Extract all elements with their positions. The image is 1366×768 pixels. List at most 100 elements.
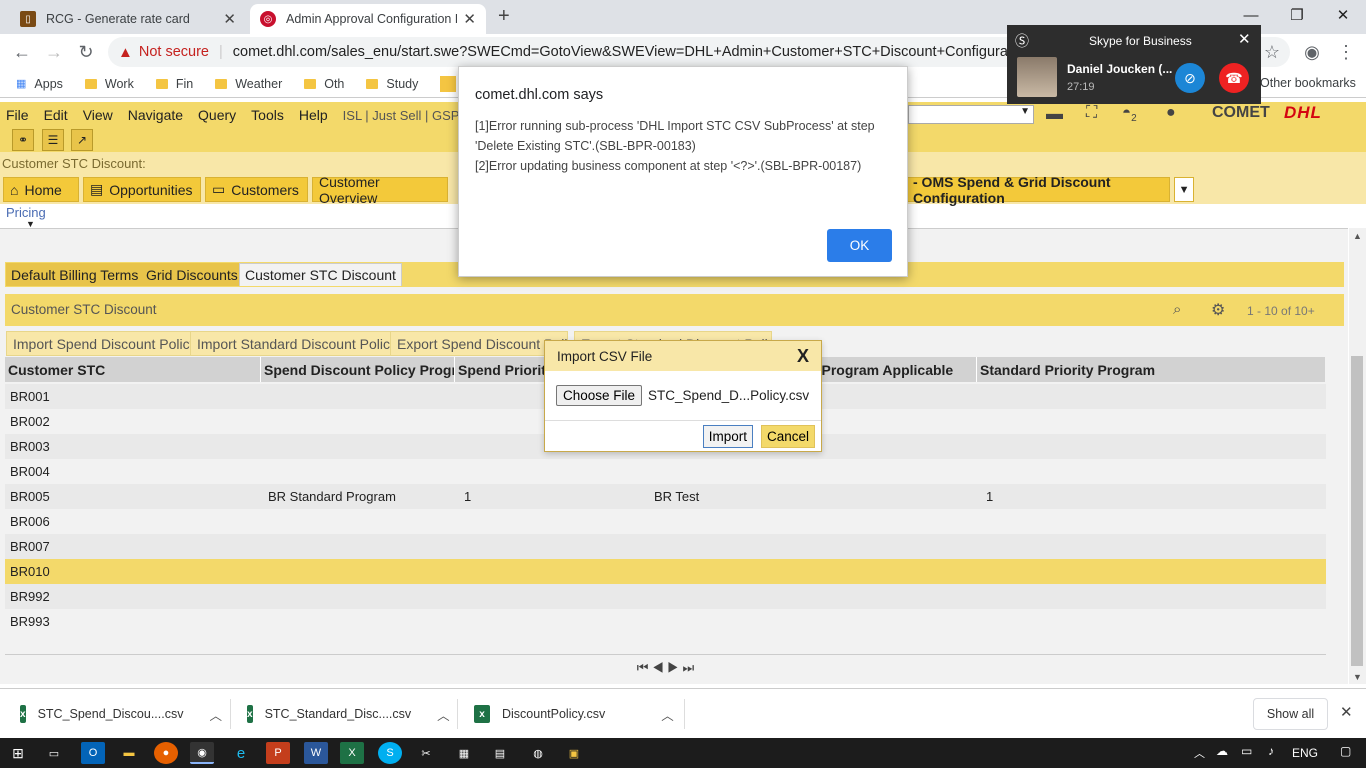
cell-customer-stc[interactable]: BR002	[5, 414, 263, 429]
cell-spend-priority[interactable]: 1	[459, 489, 649, 504]
table-row[interactable]: BR005 BR Standard Program 1 BR Test 1	[5, 484, 1326, 509]
screen-tab-oms-config[interactable]: - OMS Spend & Grid Discount Configuratio…	[906, 174, 1170, 206]
bookmark-work[interactable]: Work	[84, 77, 134, 91]
list-icon[interactable]: ☰	[42, 129, 64, 151]
cancel-button[interactable]: Cancel	[760, 425, 815, 448]
close-icon[interactable]: X	[797, 346, 809, 367]
back-icon[interactable]: ←	[8, 38, 36, 66]
choose-file-button[interactable]: Choose File	[556, 385, 643, 406]
file-explorer-icon[interactable]: ▬	[117, 742, 141, 764]
col-standard-priority[interactable]: Standard Priority Program	[977, 357, 1325, 382]
other-bookmarks[interactable]: Other bookmarks	[1260, 76, 1356, 90]
ie-icon[interactable]: e	[229, 742, 253, 764]
pager-controls[interactable]: ⏮ ◀ ▶ ⏭	[637, 660, 694, 676]
download-item-1[interactable]: x STC_Spend_Discou....csv ︿	[20, 689, 222, 739]
tray-chevron-icon[interactable]: ︿	[1194, 745, 1205, 761]
chevron-up-icon[interactable]: ︿	[437, 705, 450, 724]
site-map-dropdown[interactable]: ▼	[908, 105, 1034, 124]
vertical-scrollbar[interactable]: ▲ ▼	[1349, 228, 1366, 684]
snip-icon[interactable]: ✂	[414, 742, 438, 764]
menu-edit[interactable]: Edit	[44, 107, 68, 123]
download-item-2[interactable]: x STC_Standard_Disc....csv ︿	[247, 689, 450, 739]
ok-button[interactable]: OK	[827, 229, 892, 262]
cell-customer-stc[interactable]: BR992	[5, 589, 263, 604]
notifications-icon[interactable]: ◓2	[1122, 104, 1137, 124]
close-tab-icon[interactable]: ✕	[463, 10, 476, 28]
cell-customer-stc[interactable]: BR004	[5, 464, 263, 479]
user-icon[interactable]: ●	[1166, 104, 1176, 122]
screen-tab-home[interactable]: ⌂ Home	[3, 177, 79, 202]
menu-view[interactable]: View	[83, 107, 113, 123]
chat-icon[interactable]: ▬	[1046, 104, 1063, 124]
forward-icon[interactable]: →	[40, 38, 68, 66]
search-icon[interactable]: ⌕	[1173, 301, 1181, 318]
volume-icon[interactable]: ♪	[1268, 744, 1274, 758]
network-icon[interactable]: ▭	[1241, 744, 1252, 758]
tab-rcg[interactable]: ▯ RCG - Generate rate card ✕	[10, 4, 246, 34]
globe-icon[interactable]: ◍	[526, 742, 550, 764]
cell-standard-policy-program[interactable]: BR Test	[649, 489, 981, 504]
start-icon[interactable]: ⊞	[6, 742, 30, 764]
download-item-3[interactable]: x DiscountPolicy.csv ︿	[474, 689, 674, 739]
cell-customer-stc[interactable]: BR005	[5, 489, 263, 504]
table-row[interactable]: BR006	[5, 509, 1326, 534]
outlook-icon[interactable]: O	[81, 742, 105, 764]
task-view-icon[interactable]: ▭	[42, 742, 66, 764]
menu-links[interactable]: ISL | Just Sell | GSP	[343, 108, 460, 123]
pager[interactable]: ⏮ ◀ ▶ ⏭	[5, 654, 1326, 680]
hang-up-icon[interactable]: ☎	[1219, 63, 1249, 93]
bookmark-star-icon[interactable]: ☆	[1258, 38, 1286, 66]
menu-query[interactable]: Query	[198, 107, 236, 123]
chrome-icon[interactable]: ◉	[190, 742, 214, 764]
cell-spend-policy-program[interactable]: BR Standard Program	[263, 489, 459, 504]
mute-mic-icon[interactable]: ⊘	[1175, 63, 1205, 93]
import-spend-policy-button[interactable]: Import Spend Discount Policy	[6, 331, 204, 356]
chart-icon[interactable]: ↗	[71, 129, 93, 151]
new-tab-icon[interactable]: +	[498, 5, 510, 28]
close-shelf-icon[interactable]: ✕	[1340, 703, 1353, 721]
view-tab-customer-stc-discount[interactable]: Customer STC Discount	[239, 263, 402, 286]
gear-icon[interactable]: ⚙	[1211, 300, 1225, 320]
powerpoint-icon[interactable]: P	[266, 742, 290, 764]
screen-tab-customer-overview[interactable]: Customer Overview	[312, 174, 448, 206]
close-icon[interactable]: ✕	[1238, 30, 1251, 48]
calculator-icon[interactable]: ▦	[452, 742, 476, 764]
view-tab-grid-discounts[interactable]: Grid Discounts	[141, 263, 243, 286]
export-spend-policy-button[interactable]: Export Spend Discount Policy	[390, 331, 568, 356]
cell-customer-stc[interactable]: BR001	[5, 389, 263, 404]
screen-tab-opportunities[interactable]: ▤ Opportunities	[83, 177, 201, 202]
bookmark-weather[interactable]: Weather	[215, 77, 282, 91]
binoculars-icon[interactable]: ⛶	[1086, 104, 1097, 122]
cell-customer-stc[interactable]: BR993	[5, 614, 263, 629]
menu-file[interactable]: File	[6, 107, 29, 123]
word-icon[interactable]: W	[304, 742, 328, 764]
skype-taskbar-icon[interactable]: S	[378, 742, 402, 764]
tab-admin-approval[interactable]: ◎ Admin Approval Configuration B ✕	[250, 4, 486, 34]
scroll-up-icon[interactable]: ▲	[1349, 231, 1366, 241]
reload-icon[interactable]: ↻	[72, 38, 100, 66]
import-standard-policy-button[interactable]: Import Standard Discount Policy	[190, 331, 404, 356]
table-row[interactable]: BR993	[5, 609, 1326, 634]
col-customer-stc[interactable]: Customer STC	[5, 357, 261, 382]
bookmark-fin[interactable]: Fin	[155, 77, 193, 91]
table-row[interactable]: BR007	[5, 534, 1326, 559]
import-button[interactable]: Import	[702, 425, 753, 448]
close-tab-icon[interactable]: ✕	[223, 10, 236, 28]
chevron-up-icon[interactable]: ︿	[661, 705, 674, 724]
scroll-down-icon[interactable]: ▼	[1349, 672, 1366, 682]
maximize-icon[interactable]: ❐	[1274, 0, 1320, 30]
language-indicator[interactable]: ENG	[1292, 746, 1318, 760]
view-tab-default-billing[interactable]: Default Billing Terms	[6, 263, 144, 286]
sticky-notes-icon[interactable]: ▣	[562, 742, 586, 764]
excel-icon[interactable]: X	[340, 742, 364, 764]
bookmark-apps[interactable]: ▦ Apps	[16, 77, 63, 91]
weather-tray-icon[interactable]: ☁	[1216, 744, 1228, 758]
notes-icon[interactable]: ▤	[488, 742, 512, 764]
chevron-up-icon[interactable]: ︿	[209, 705, 222, 724]
window-close-icon[interactable]: ✕	[1320, 0, 1366, 30]
col-spend-policy-program[interactable]: Spend Discount Policy Program	[261, 357, 455, 382]
cell-standard-priority[interactable]: 1	[981, 489, 1326, 504]
menu-tools[interactable]: Tools	[251, 107, 284, 123]
table-row[interactable]: BR004	[5, 459, 1326, 484]
pricing-link[interactable]: Pricing ▼	[6, 205, 46, 229]
